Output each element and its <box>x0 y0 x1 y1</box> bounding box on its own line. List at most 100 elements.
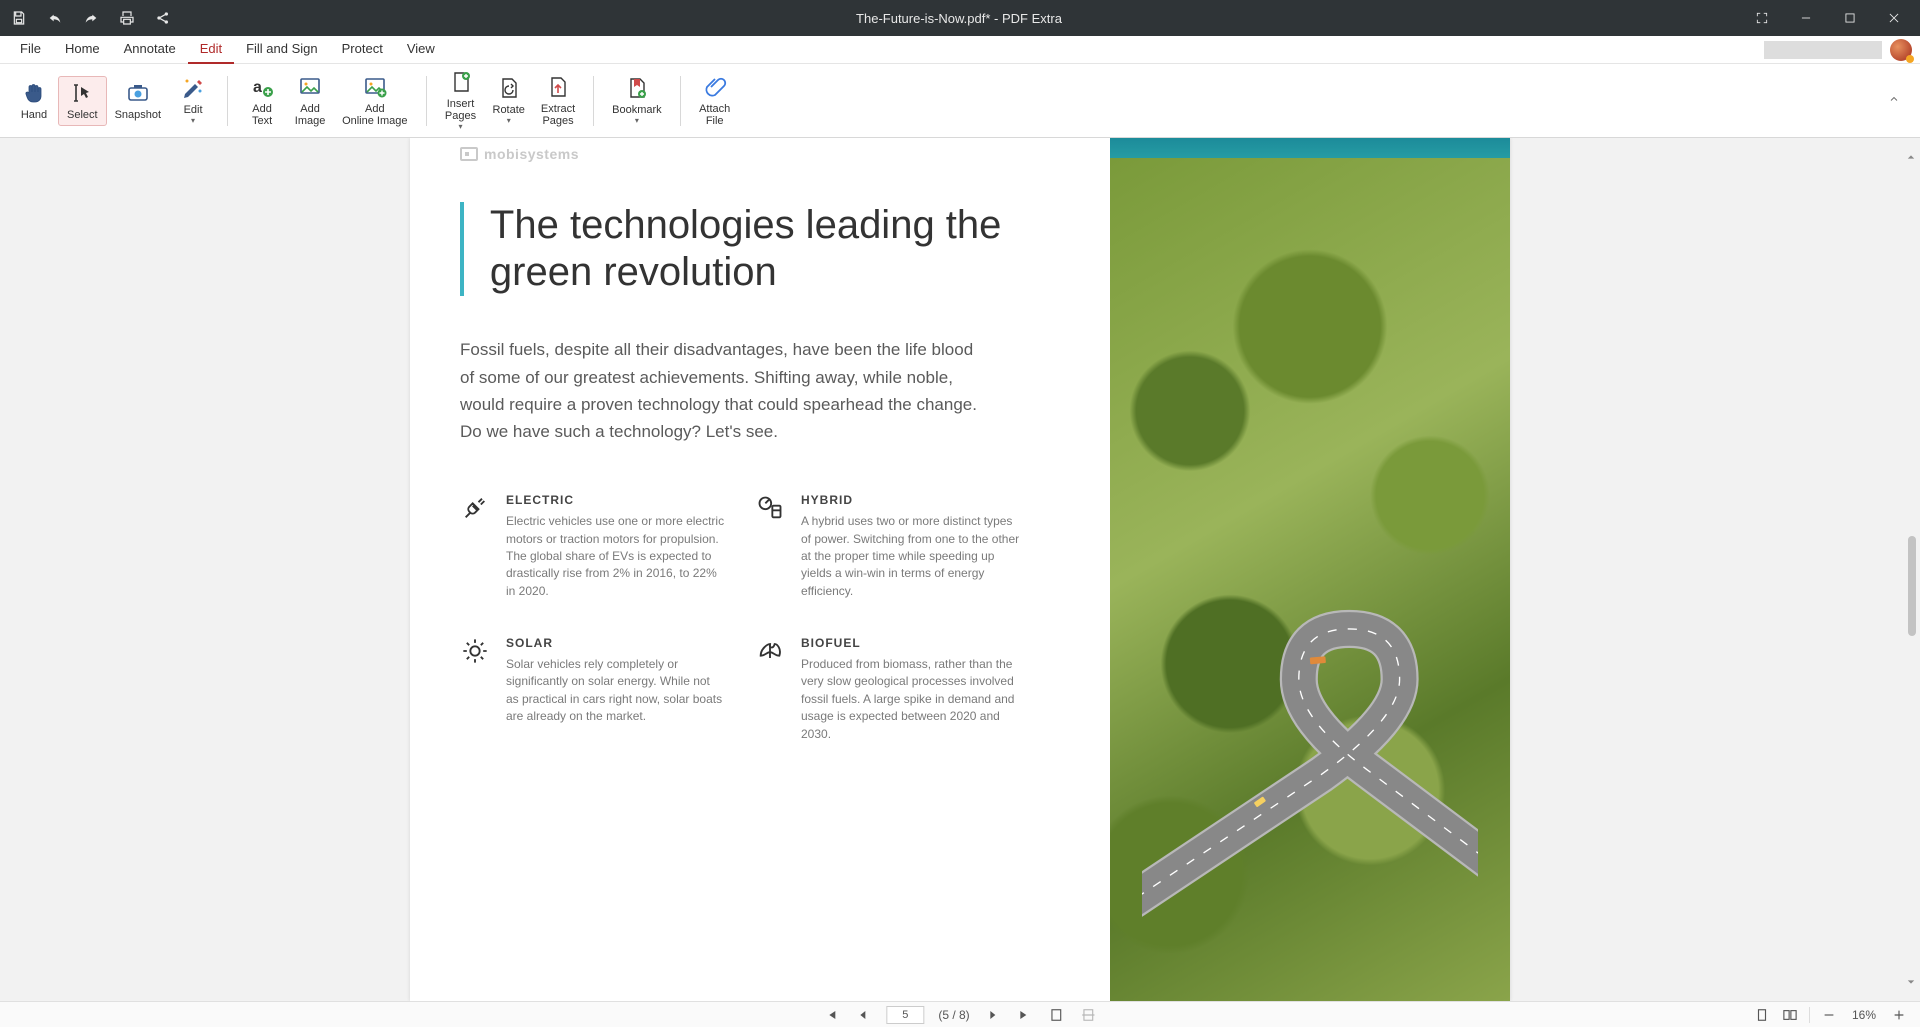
redo-icon[interactable] <box>80 7 102 29</box>
undo-icon[interactable] <box>44 7 66 29</box>
first-page-button[interactable] <box>822 1006 840 1024</box>
document-viewport[interactable]: mobisystems The technologies leading the… <box>0 138 1920 1001</box>
chevron-down-icon: ▾ <box>635 116 639 125</box>
camera-icon <box>126 81 150 105</box>
select-label: Select <box>67 109 98 121</box>
scrollbar-thumb[interactable] <box>1908 536 1916 636</box>
add-text-icon: a <box>250 75 274 99</box>
insert-pages-button[interactable]: Insert Pages ▾ <box>437 66 485 135</box>
prev-page-button[interactable] <box>854 1006 872 1024</box>
last-page-button[interactable] <box>1016 1006 1034 1024</box>
page-number-input[interactable]: 5 <box>886 1006 924 1024</box>
add-text-button[interactable]: a Add Text <box>238 71 286 131</box>
feature-title: HYBRID <box>801 493 1020 507</box>
fit-page-button[interactable] <box>1048 1006 1066 1024</box>
collapse-ribbon-button[interactable] <box>1888 93 1904 109</box>
snapshot-label: Snapshot <box>115 109 161 121</box>
ribbon-separator <box>227 76 228 126</box>
two-page-view-button[interactable] <box>1781 1006 1799 1024</box>
status-bar: 5 (5 / 8) 16% <box>0 1001 1920 1027</box>
extract-pages-label: Extract Pages <box>541 103 575 127</box>
page-heading: The technologies leading the green revol… <box>490 202 1020 296</box>
save-icon[interactable] <box>8 7 30 29</box>
status-right-controls: 16% <box>1753 1006 1920 1024</box>
select-icon <box>70 81 94 105</box>
bookmark-icon <box>625 76 649 100</box>
page-image-column <box>1110 138 1510 1001</box>
page-navigation: 5 (5 / 8) <box>822 1006 1097 1024</box>
feature-grid: ELECTRIC Electric vehicles use one or mo… <box>460 493 1020 743</box>
gauge-fuel-icon <box>755 493 785 523</box>
add-text-label: Add Text <box>252 103 272 127</box>
print-icon[interactable] <box>116 7 138 29</box>
user-name-box[interactable] <box>1764 41 1882 59</box>
vertical-scrollbar <box>1906 152 1916 987</box>
maximize-icon[interactable] <box>1832 4 1868 32</box>
hand-button[interactable]: Hand <box>10 77 58 125</box>
add-online-image-button[interactable]: Add Online Image <box>334 71 415 131</box>
menu-protect[interactable]: Protect <box>330 36 395 64</box>
fullscreen-icon[interactable] <box>1744 4 1780 32</box>
menu-home[interactable]: Home <box>53 36 112 64</box>
leaf-icon <box>755 636 785 666</box>
single-page-view-button[interactable] <box>1753 1006 1771 1024</box>
scroll-down-button[interactable] <box>1906 977 1916 987</box>
feature-electric: ELECTRIC Electric vehicles use one or mo… <box>460 493 725 600</box>
insert-pages-icon <box>449 70 473 94</box>
edit-label: Edit <box>184 104 203 116</box>
edit-button[interactable]: Edit ▾ <box>169 72 217 129</box>
lead-paragraph: Fossil fuels, despite all their disadvan… <box>460 336 980 445</box>
ribbon-separator <box>680 76 681 126</box>
chevron-down-icon: ▾ <box>507 116 511 125</box>
menu-edit[interactable]: Edit <box>188 36 234 64</box>
next-page-button[interactable] <box>984 1006 1002 1024</box>
add-image-label: Add Image <box>295 103 326 127</box>
add-image-button[interactable]: Add Image <box>286 71 334 131</box>
brand-mark-icon <box>460 147 478 161</box>
image-icon <box>298 75 322 99</box>
menu-annotate[interactable]: Annotate <box>112 36 188 64</box>
chevron-down-icon: ▾ <box>191 116 195 125</box>
aerial-road-image <box>1110 138 1510 1001</box>
extract-pages-button[interactable]: Extract Pages <box>533 71 583 131</box>
pdf-page: mobisystems The technologies leading the… <box>410 138 1510 1001</box>
menu-bar: File Home Annotate Edit Fill and Sign Pr… <box>0 36 1920 64</box>
menu-file[interactable]: File <box>8 36 53 64</box>
zoom-out-button[interactable] <box>1820 1006 1838 1024</box>
hand-icon <box>22 81 46 105</box>
quick-access-toolbar <box>8 7 174 29</box>
zoom-in-button[interactable] <box>1890 1006 1908 1024</box>
select-button[interactable]: Select <box>58 76 107 126</box>
ribbon-separator <box>426 76 427 126</box>
minimize-icon[interactable] <box>1788 4 1824 32</box>
menu-fill-and-sign[interactable]: Fill and Sign <box>234 36 330 64</box>
feature-desc: Electric vehicles use one or more electr… <box>506 513 725 600</box>
bookmark-label: Bookmark <box>612 104 662 116</box>
fit-width-button[interactable] <box>1080 1006 1098 1024</box>
attach-file-button[interactable]: Attach File <box>691 71 739 131</box>
bookmark-button[interactable]: Bookmark ▾ <box>604 72 670 129</box>
rotate-button[interactable]: Rotate ▾ <box>485 72 533 129</box>
close-icon[interactable] <box>1876 4 1912 32</box>
user-avatar[interactable] <box>1890 39 1912 61</box>
zoom-value: 16% <box>1848 1008 1880 1022</box>
heading-block: The technologies leading the green revol… <box>460 202 1020 296</box>
chevron-down-icon: ▾ <box>458 122 462 131</box>
ribbon-separator <box>593 76 594 126</box>
attach-file-label: Attach File <box>699 103 730 127</box>
feature-desc: A hybrid uses two or more distinct types… <box>801 513 1020 600</box>
menu-view[interactable]: View <box>395 36 447 64</box>
status-separator <box>1809 1007 1810 1023</box>
rotate-icon <box>497 76 521 100</box>
title-bar: The-Future-is-Now.pdf* - PDF Extra <box>0 0 1920 36</box>
rotate-label: Rotate <box>493 104 525 116</box>
insert-pages-label: Insert Pages <box>445 98 476 122</box>
feature-desc: Solar vehicles rely completely or signif… <box>506 656 725 726</box>
add-online-image-label: Add Online Image <box>342 103 407 127</box>
paperclip-icon <box>703 75 727 99</box>
feature-solar: SOLAR Solar vehicles rely completely or … <box>460 636 725 743</box>
snapshot-button[interactable]: Snapshot <box>107 77 169 125</box>
share-icon[interactable] <box>152 7 174 29</box>
brand-text: mobisystems <box>484 146 579 162</box>
scroll-up-button[interactable] <box>1906 152 1916 162</box>
